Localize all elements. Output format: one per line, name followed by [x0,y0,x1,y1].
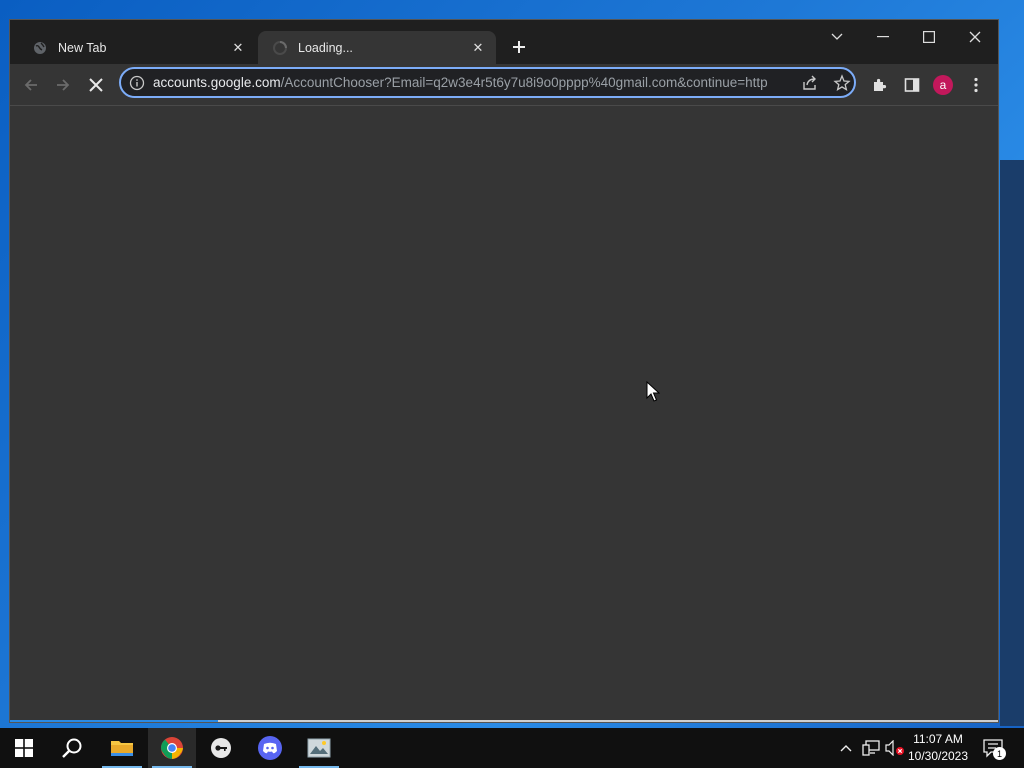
mouse-cursor-icon [646,381,660,402]
close-tab-icon[interactable]: ✕ [230,40,246,56]
taskbar: 11:07 AM 10/30/2023 1 [0,728,1024,768]
system-clock[interactable]: 11:07 AM 10/30/2023 [904,731,972,765]
app-key-icon [211,738,231,758]
file-explorer-icon [111,741,133,756]
minimize-button[interactable] [860,22,906,52]
tab-loading[interactable]: Loading... ✕ [258,31,496,64]
background-window-edge [1000,160,1024,726]
url-text[interactable]: accounts.google.com/AccountChooser?Email… [153,69,793,96]
tab-title: New Tab [58,40,107,55]
url-path: /AccountChooser?Email=q2w3e4r5t6y7u8i9o0… [280,75,768,90]
tab-new-tab[interactable]: New Tab ✕ [18,31,256,64]
taskbar-discord[interactable] [246,728,294,768]
arrow-right-icon [57,79,70,91]
image-viewer-icon [307,738,331,758]
plus-icon [513,41,525,53]
notification-count-badge: 1 [993,747,1006,760]
loading-spinner-icon [272,40,288,56]
stop-loading-button[interactable] [83,72,109,98]
minimize-icon [877,36,889,38]
start-button[interactable] [0,728,48,768]
clock-date: 10/30/2023 [907,749,969,763]
volume-muted-icon [885,740,904,756]
clock-time: 11:07 AM [913,732,963,746]
network-button[interactable] [860,728,882,768]
page-content [10,106,998,722]
close-tab-icon[interactable]: ✕ [470,40,486,56]
close-icon [969,31,981,43]
search-icon [62,738,82,758]
globe-icon [32,40,48,56]
show-hidden-icons-button[interactable] [836,728,856,768]
bottom-edge-highlight [10,720,218,722]
network-icon [862,740,880,756]
search-button[interactable] [48,728,96,768]
maximize-button[interactable] [906,22,952,52]
menu-button[interactable] [963,72,989,98]
browser-toolbar: accounts.google.com/AccountChooser?Email… [10,64,998,106]
taskbar-image-viewer[interactable] [295,728,343,768]
share-icon[interactable] [801,74,819,92]
taskbar-file-explorer[interactable] [98,728,146,768]
chevron-up-icon [840,745,852,752]
chrome-icon [161,737,183,759]
window-bottom-edge [10,720,998,722]
discord-icon [258,736,282,760]
bookmark-star-icon[interactable] [833,74,851,92]
tab-title: Loading... [298,40,353,55]
windows-start-icon [15,739,33,757]
chevron-down-icon [831,33,843,40]
taskbar-app-key[interactable] [197,728,245,768]
more-vert-icon [974,77,978,93]
profile-avatar[interactable]: a [933,75,953,95]
close-icon [89,78,103,92]
arrow-left-icon [24,79,37,91]
info-icon[interactable] [129,75,145,91]
side-panel-icon [904,78,920,92]
close-window-button[interactable] [952,22,998,52]
new-tab-button[interactable] [507,35,531,59]
volume-button[interactable] [884,728,906,768]
tab-search-button[interactable] [814,22,860,52]
tab-bar: New Tab ✕ Loading... ✕ [10,20,998,64]
forward-button[interactable] [50,72,76,98]
notifications-button[interactable]: 1 [980,728,1008,768]
extensions-button[interactable] [867,72,893,98]
back-button[interactable] [18,72,44,98]
chrome-window: New Tab ✕ Loading... ✕ accounts.google.c… [10,20,998,722]
puzzle-icon [874,78,887,91]
url-host: accounts.google.com [153,75,281,90]
taskbar-chrome[interactable] [148,728,196,768]
maximize-icon [923,31,935,43]
address-bar[interactable]: accounts.google.com/AccountChooser?Email… [119,67,856,98]
side-panel-button[interactable] [899,72,925,98]
